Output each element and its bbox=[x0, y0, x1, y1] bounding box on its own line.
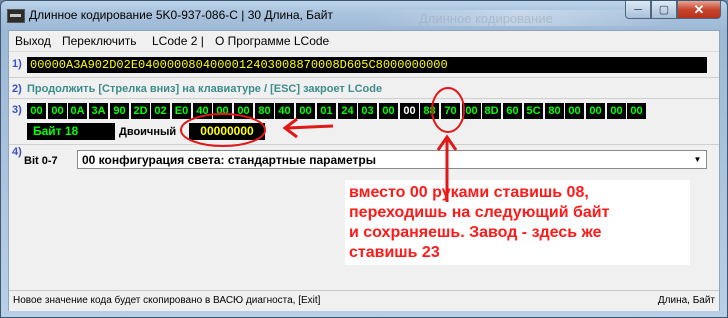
arrow-left-shaft bbox=[286, 124, 334, 130]
highlight-circle-byte bbox=[431, 87, 465, 133]
highlight-circle-binary bbox=[180, 113, 266, 147]
annotation-overlay bbox=[180, 87, 465, 202]
